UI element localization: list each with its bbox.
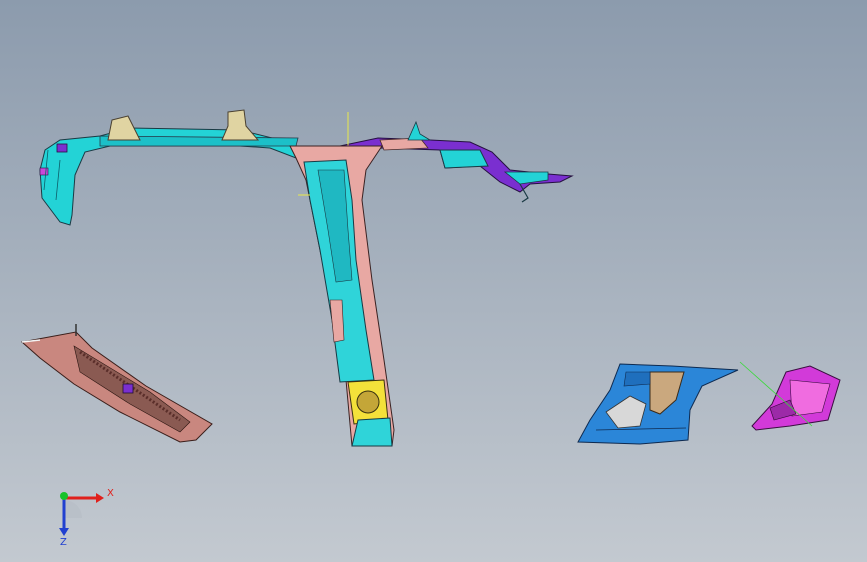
tailgate-corner-trim[interactable] <box>739 361 841 431</box>
windshield-cowl-trim[interactable] <box>20 324 213 443</box>
z-axis-arrowhead <box>59 528 69 536</box>
cad-graphics-viewport[interactable]: X Z <box>0 0 867 562</box>
y-axis-dot <box>60 492 68 500</box>
x-axis-label: X <box>107 488 114 499</box>
b-pillar-trim-panel[interactable] <box>289 145 395 447</box>
cad-model-scene[interactable] <box>0 0 867 562</box>
z-axis-label: Z <box>60 537 67 546</box>
x-axis-arrowhead <box>96 493 104 503</box>
rear-quarter-trim-panel[interactable] <box>577 363 739 445</box>
triad-shading <box>64 500 82 518</box>
headliner-roof-rail-trim[interactable] <box>39 109 299 226</box>
coordinate-triad: X Z <box>59 488 114 546</box>
